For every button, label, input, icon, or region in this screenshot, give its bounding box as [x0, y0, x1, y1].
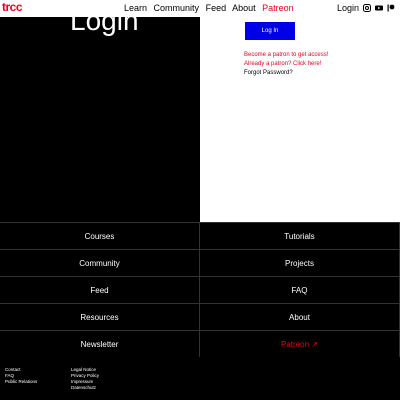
right-nav: Login [337, 3, 395, 13]
login-panel: Log In Become a patron to get access! Al… [200, 17, 400, 222]
top-navigation: trcc Learn Community Feed About Patreon … [0, 0, 400, 17]
nav-about[interactable]: About [232, 3, 256, 13]
footer-datenschutz[interactable]: Datenschutz [71, 385, 99, 391]
menu-feed[interactable]: Feed [0, 276, 200, 303]
login-button[interactable]: Log In [245, 22, 295, 40]
nav-learn[interactable]: Learn [124, 3, 147, 13]
forgot-password-link[interactable]: Forgot Password? [244, 70, 293, 76]
patreon-icon[interactable] [387, 4, 395, 12]
footer-public-relations[interactable]: Public Relations [5, 379, 37, 385]
nav-patreon[interactable]: Patreon [262, 3, 294, 13]
site-menu-grid: Courses Tutorials Community Projects Fee… [0, 222, 400, 358]
nav-feed[interactable]: Feed [206, 3, 227, 13]
footer-col1: Contact FAQ Public Relations [5, 367, 37, 385]
login-link[interactable]: Login [337, 3, 359, 13]
menu-patreon[interactable]: Patreon ↗ [200, 330, 400, 357]
youtube-icon[interactable] [375, 4, 383, 12]
site-logo[interactable]: trcc [2, 0, 23, 14]
footer-col2: Legal Notice Privacy Policy Impressum Da… [71, 367, 99, 391]
nav-community[interactable]: Community [154, 3, 200, 13]
menu-newsletter[interactable]: Newsletter [0, 330, 200, 357]
login-hero: Login [0, 17, 200, 222]
instagram-icon[interactable] [363, 4, 371, 12]
already-patron-link[interactable]: Already a patron? Click here! [244, 61, 321, 67]
menu-projects[interactable]: Projects [200, 249, 400, 276]
become-patron-link[interactable]: Become a patron to get access! [244, 52, 328, 58]
menu-faq[interactable]: FAQ [200, 276, 400, 303]
menu-tutorials[interactable]: Tutorials [200, 222, 400, 249]
footer: Contact FAQ Public Relations Legal Notic… [0, 359, 400, 400]
menu-courses[interactable]: Courses [0, 222, 200, 249]
main-nav: Learn Community Feed About Patreon [124, 3, 298, 13]
page-title: Login [70, 17, 139, 36]
menu-about[interactable]: About [200, 303, 400, 330]
menu-resources[interactable]: Resources [0, 303, 200, 330]
menu-community[interactable]: Community [0, 249, 200, 276]
